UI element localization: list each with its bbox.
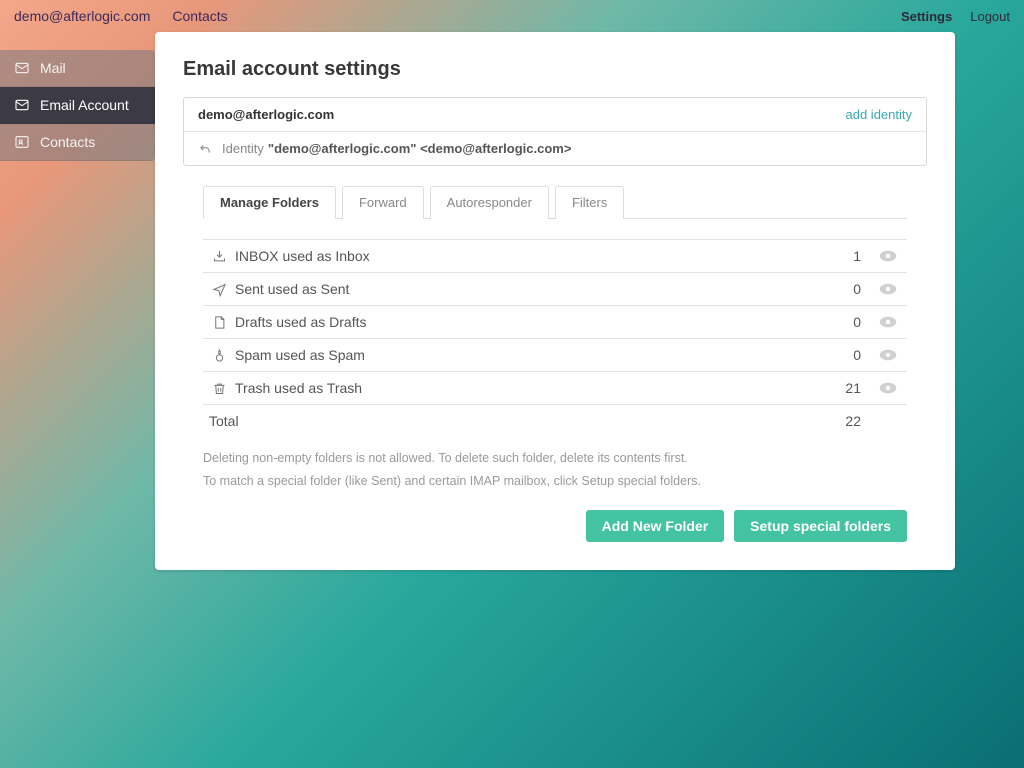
mail-icon [14, 60, 30, 76]
visibility-toggle[interactable] [879, 381, 897, 395]
sidebar-item-contacts[interactable]: Contacts [0, 124, 155, 161]
sidebar: Mail Email Account Contacts [0, 50, 155, 161]
hint-line-1: Deleting non-empty folders is not allowe… [203, 447, 907, 470]
contacts-nav-link[interactable]: Contacts [172, 8, 227, 24]
sidebar-item-mail[interactable]: Mail [0, 50, 155, 87]
hints: Deleting non-empty folders is not allowe… [203, 447, 907, 492]
sent-icon [209, 282, 229, 297]
settings-link[interactable]: Settings [901, 9, 952, 24]
visibility-toggle[interactable] [879, 348, 897, 362]
visibility-toggle[interactable] [879, 282, 897, 296]
add-new-folder-button[interactable]: Add New Folder [586, 510, 725, 542]
visibility-toggle[interactable] [879, 249, 897, 263]
add-identity-link[interactable]: add identity [846, 107, 913, 122]
user-email[interactable]: demo@afterlogic.com [14, 8, 150, 24]
trash-icon [209, 381, 229, 396]
setup-special-folders-button[interactable]: Setup special folders [734, 510, 907, 542]
folder-name: Drafts used as Drafts [235, 314, 821, 330]
identity-value: "demo@afterlogic.com" <demo@afterlogic.c… [268, 141, 572, 156]
folder-name: Trash used as Trash [235, 380, 821, 396]
folder-count: 0 [821, 281, 861, 297]
reply-arrow-icon [198, 142, 212, 156]
inbox-icon [209, 249, 229, 264]
folder-row-spam[interactable]: Spam used as Spam 0 [203, 339, 907, 372]
tabs: Manage Folders Forward Autoresponder Fil… [203, 186, 907, 219]
drafts-icon [209, 315, 229, 330]
folder-name: Sent used as Sent [235, 281, 821, 297]
folder-row-trash[interactable]: Trash used as Trash 21 [203, 372, 907, 405]
total-label: Total [209, 413, 821, 429]
hint-line-2: To match a special folder (like Sent) an… [203, 470, 907, 493]
account-row[interactable]: demo@afterlogic.com add identity [184, 98, 926, 132]
folder-count: 0 [821, 347, 861, 363]
folder-row-inbox[interactable]: INBOX used as Inbox 1 [203, 239, 907, 273]
identity-label: Identity [222, 141, 264, 156]
folder-count: 0 [821, 314, 861, 330]
folder-count: 1 [821, 248, 861, 264]
settings-panel: Email account settings demo@afterlogic.c… [155, 32, 955, 570]
folder-name: INBOX used as Inbox [235, 248, 821, 264]
contacts-icon [14, 134, 30, 150]
tab-forward[interactable]: Forward [342, 186, 424, 219]
folder-row-sent[interactable]: Sent used as Sent 0 [203, 273, 907, 306]
account-email: demo@afterlogic.com [198, 107, 334, 122]
page-title: Email account settings [183, 58, 927, 81]
identity-row[interactable]: Identity "demo@afterlogic.com" <demo@aft… [184, 132, 926, 165]
folder-count: 21 [821, 380, 861, 396]
account-box: demo@afterlogic.com add identity Identit… [183, 97, 927, 166]
topbar: demo@afterlogic.com Contacts Settings Lo… [0, 0, 1024, 32]
folder-name: Spam used as Spam [235, 347, 821, 363]
tab-autoresponder[interactable]: Autoresponder [430, 186, 549, 219]
visibility-toggle[interactable] [879, 315, 897, 329]
buttons-row: Add New Folder Setup special folders [203, 510, 907, 542]
sidebar-item-email-account[interactable]: Email Account [0, 87, 155, 124]
mail-icon [14, 97, 30, 113]
folder-row-drafts[interactable]: Drafts used as Drafts 0 [203, 306, 907, 339]
tab-manage-folders[interactable]: Manage Folders [203, 186, 336, 219]
sidebar-item-label: Contacts [40, 134, 95, 150]
total-row: Total 22 [203, 405, 907, 437]
sidebar-item-label: Email Account [40, 97, 129, 113]
total-count: 22 [821, 413, 861, 429]
logout-link[interactable]: Logout [970, 9, 1010, 24]
tab-filters[interactable]: Filters [555, 186, 624, 219]
sidebar-item-label: Mail [40, 60, 66, 76]
spam-icon [209, 348, 229, 363]
folders-table: INBOX used as Inbox 1 Sent used as Sent … [203, 239, 907, 437]
